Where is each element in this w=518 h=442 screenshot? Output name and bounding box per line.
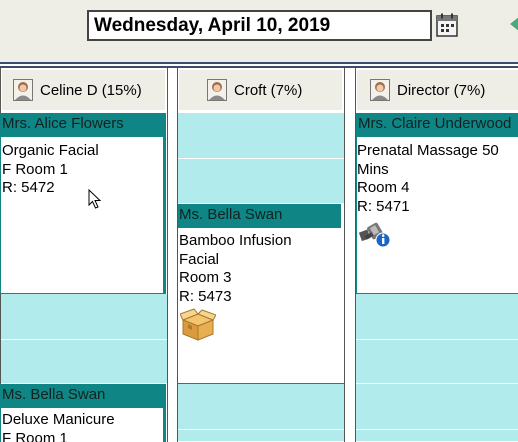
appointment-service: Deluxe Manicure — [2, 411, 115, 428]
time-slot[interactable] — [356, 384, 518, 430]
time-slot[interactable] — [178, 430, 344, 442]
appointment-service: Bamboo Infusion — [179, 232, 292, 249]
appointment-service: Facial — [179, 250, 220, 268]
column-label: Celine D (15%) — [40, 81, 142, 99]
appointment-client: Mrs. Claire Underwood — [357, 113, 518, 137]
time-slot[interactable] — [178, 384, 344, 430]
column-header-director[interactable]: Director (7%) — [357, 70, 518, 110]
column-divider — [167, 68, 168, 442]
appointment-room: F Room 1 — [2, 160, 68, 178]
column-label: Director (7%) — [397, 81, 486, 99]
time-slot[interactable] — [1, 294, 167, 340]
column-label: Croft (7%) — [234, 81, 303, 99]
time-slot[interactable] — [1, 340, 167, 384]
time-slot[interactable] — [356, 430, 518, 442]
appointment-ref: R: 5471 — [357, 197, 410, 215]
time-slot[interactable] — [356, 340, 518, 384]
date-field[interactable]: Wednesday, April 10, 2019 — [87, 10, 432, 41]
appointment-ref: R: 5473 — [179, 287, 232, 305]
appointment-service: Mins — [357, 160, 389, 178]
user-icon — [370, 79, 390, 101]
appointment-client: Ms. Bella Swan — [178, 204, 341, 228]
column-header-celine[interactable]: Celine D (15%) — [2, 70, 165, 110]
mouse-cursor-icon — [88, 188, 102, 210]
column-header-croft[interactable]: Croft (7%) — [179, 70, 342, 110]
appointment-claire-underwood[interactable]: Mrs. Claire Underwood Prenatal Massage 5… — [356, 113, 518, 294]
time-slot[interactable] — [356, 294, 518, 340]
arrow-left-icon[interactable] — [508, 14, 518, 34]
appointment-room: F Room 1 — [2, 429, 68, 442]
appointment-client: Ms. Bella Swan — [1, 384, 164, 408]
time-slot[interactable] — [178, 159, 344, 204]
appointment-alice-flowers[interactable]: Mrs. Alice Flowers Organic Facial F Room… — [0, 113, 166, 294]
calendar-icon[interactable] — [436, 13, 458, 37]
column-divider — [344, 68, 345, 442]
appointment-room: Room 4 — [357, 179, 410, 196]
package-box-icon[interactable] — [179, 308, 217, 347]
user-icon — [13, 79, 33, 101]
appointment-service: Organic Facial — [2, 142, 99, 159]
header-divider — [0, 66, 518, 68]
gear-info-icon[interactable] — [358, 219, 391, 254]
appointment-bella-swan-croft[interactable]: Ms. Bella Swan Bamboo Infusion Facial Ro… — [178, 204, 344, 384]
appointment-client: Mrs. Alice Flowers — [1, 113, 164, 137]
time-slot[interactable] — [178, 113, 344, 159]
appointment-bella-swan-celine[interactable]: Ms. Bella Swan Deluxe Manicure F Room 1 — [0, 384, 166, 442]
appointment-room: Room 3 — [179, 269, 232, 286]
toolbar: Wednesday, April 10, 2019 — [0, 0, 518, 62]
user-icon — [207, 79, 227, 101]
header-divider — [0, 62, 518, 64]
appointment-ref: R: 5472 — [2, 179, 55, 196]
appointment-service: Prenatal Massage 50 — [357, 142, 499, 159]
